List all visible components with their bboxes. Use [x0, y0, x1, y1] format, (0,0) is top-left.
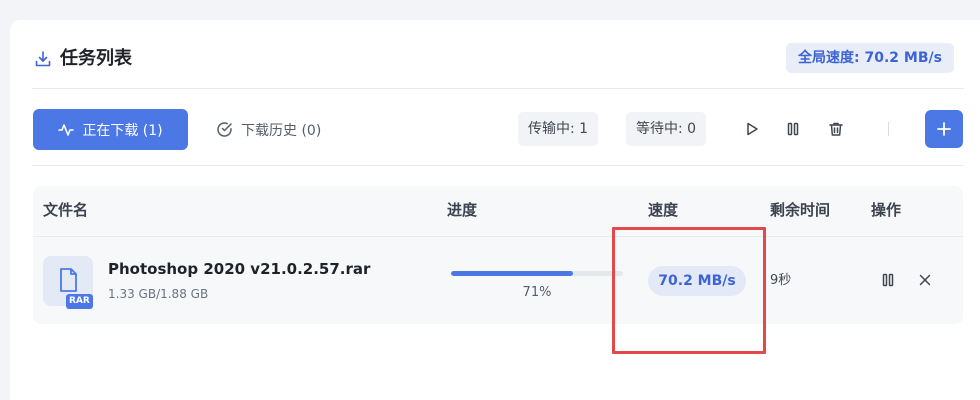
speed-highlight-box	[612, 227, 766, 354]
plus-icon	[936, 121, 952, 137]
file-name: Photoshop 2020 v21.0.2.57.rar	[108, 260, 371, 278]
close-icon	[918, 273, 932, 287]
pause-all-button[interactable]	[781, 117, 805, 141]
column-filename: 文件名	[43, 201, 89, 219]
column-actions: 操作	[871, 201, 902, 219]
pause-task-button[interactable]	[876, 268, 900, 292]
table-row[interactable]	[33, 236, 963, 324]
tab-history[interactable]: 下载历史 (0)	[216, 109, 321, 150]
download-icon	[34, 50, 52, 68]
column-remaining: 剩余时间	[770, 201, 831, 219]
pause-icon	[880, 272, 896, 288]
file-type-badge: RAR	[66, 294, 93, 309]
page-title: 任务列表	[60, 48, 132, 69]
waiting-count: 等待中: 0	[626, 112, 707, 146]
toolbar-divider	[32, 165, 964, 166]
column-progress: 进度	[447, 201, 478, 219]
column-speed: 速度	[648, 201, 679, 219]
tab-downloading-label: 正在下载 (1)	[82, 122, 163, 139]
toolbar-separator	[888, 122, 889, 136]
pause-icon	[785, 121, 801, 137]
progress-bar-fill	[451, 271, 574, 276]
start-all-button[interactable]	[740, 117, 764, 141]
global-speed-badge: 全局速度: 70.2 MB/s	[786, 43, 954, 73]
transferring-count: 传输中: 1	[518, 112, 599, 146]
activity-icon	[58, 122, 75, 138]
header-divider	[32, 88, 964, 89]
progress-bar	[451, 271, 623, 276]
file-size: 1.33 GB/1.88 GB	[108, 287, 209, 301]
progress-percent: 71%	[522, 285, 552, 300]
add-task-button[interactable]	[925, 110, 963, 148]
remove-task-button[interactable]	[913, 268, 937, 292]
delete-all-button[interactable]	[824, 117, 848, 141]
trash-icon	[828, 121, 844, 137]
check-circle-icon	[216, 121, 233, 138]
remaining-time: 9秒	[770, 273, 792, 288]
tab-history-label: 下载历史 (0)	[241, 122, 322, 139]
tab-downloading[interactable]: 正在下载 (1)	[33, 109, 188, 150]
play-icon	[744, 121, 760, 137]
